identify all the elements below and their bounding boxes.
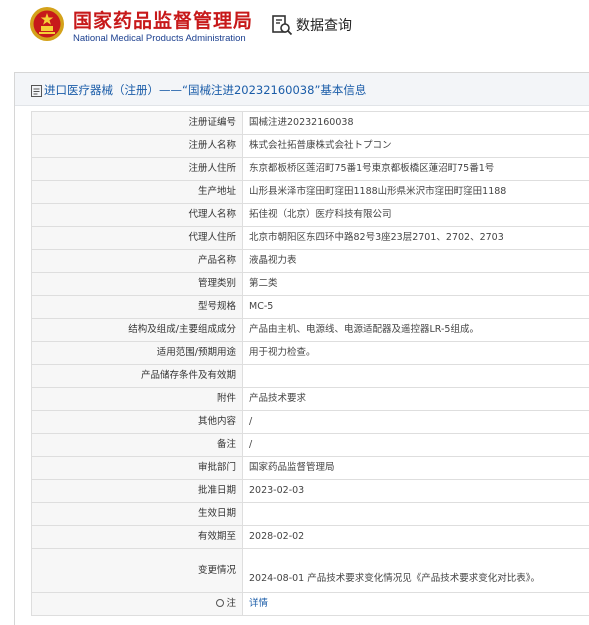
field-label: 变更情况 bbox=[32, 549, 243, 593]
field-value: 2024-08-01 产品技术要求变化情况见《产品技术要求变化对比表》。 bbox=[243, 549, 589, 593]
field-value: 国家药品监督管理局 bbox=[243, 457, 589, 480]
lightbulb-icon bbox=[216, 599, 224, 607]
table-row: 生产地址山形县米泽市窪田町窪田1188山形県米沢市窪田町窪田1188 bbox=[32, 181, 589, 204]
table-row: 管理类别第二类 bbox=[32, 273, 589, 296]
field-value: / bbox=[243, 434, 589, 457]
table-row: 注 详情 bbox=[32, 593, 589, 616]
field-label-note: 注 bbox=[32, 593, 243, 616]
document-icon bbox=[31, 85, 42, 97]
field-label: 生产地址 bbox=[32, 181, 243, 204]
table-row: 审批部门国家药品监督管理局 bbox=[32, 457, 589, 480]
details-link[interactable]: 详情 bbox=[249, 598, 268, 609]
info-table: 注册证编号国械注进20232160038 注册人名称株式会社拓普康株式会社トプコ… bbox=[31, 111, 589, 616]
table-row: 注册人住所东京都板桥区莲沼町75番1号東京都板橋区蓮沼町75番1号 bbox=[32, 158, 589, 181]
field-label: 注册人名称 bbox=[32, 135, 243, 158]
field-value: MC-5 bbox=[243, 296, 589, 319]
field-label: 附件 bbox=[32, 388, 243, 411]
field-label: 型号规格 bbox=[32, 296, 243, 319]
table-row: 型号规格MC-5 bbox=[32, 296, 589, 319]
detail-panel: 进口医疗器械（注册）——“国械注进20232160038”基本信息 注册证编号国… bbox=[14, 72, 589, 625]
field-value: 北京市朝阳区东四环中路82号3座23层2701、2702、2703 bbox=[243, 227, 589, 250]
site-header: 国家药品监督管理局 National Medical Products Admi… bbox=[0, 0, 589, 60]
field-label: 适用范围/预期用途 bbox=[32, 342, 243, 365]
field-label: 备注 bbox=[32, 434, 243, 457]
field-label: 生效日期 bbox=[32, 503, 243, 526]
field-value: 拓佳视（北京）医疗科技有限公司 bbox=[243, 204, 589, 227]
table-row: 产品名称液晶视力表 bbox=[32, 250, 589, 273]
table-row: 代理人名称拓佳视（北京）医疗科技有限公司 bbox=[32, 204, 589, 227]
field-value: 2028-02-02 bbox=[243, 526, 589, 549]
panel-header: 进口医疗器械（注册）——“国械注进20232160038”基本信息 bbox=[15, 73, 589, 106]
table-row: 变更情况2024-08-01 产品技术要求变化情况见《产品技术要求变化对比表》。 bbox=[32, 549, 589, 593]
table-row: 附件产品技术要求 bbox=[32, 388, 589, 411]
field-label: 代理人住所 bbox=[32, 227, 243, 250]
field-value bbox=[243, 503, 589, 526]
table-row: 代理人住所北京市朝阳区东四环中路82号3座23层2701、2702、2703 bbox=[32, 227, 589, 250]
field-label: 审批部门 bbox=[32, 457, 243, 480]
table-row: 生效日期 bbox=[32, 503, 589, 526]
field-value: 东京都板桥区莲沼町75番1号東京都板橋区蓮沼町75番1号 bbox=[243, 158, 589, 181]
table-row: 结构及组成/主要组成成分产品由主机、电源线、电源适配器及遥控器LR-5组成。 bbox=[32, 319, 589, 342]
field-value: 用于视力检查。 bbox=[243, 342, 589, 365]
field-label: 注册证编号 bbox=[32, 112, 243, 135]
field-value: 产品技术要求 bbox=[243, 388, 589, 411]
field-label: 注册人住所 bbox=[32, 158, 243, 181]
field-label: 批准日期 bbox=[32, 480, 243, 503]
field-label: 有效期至 bbox=[32, 526, 243, 549]
field-value: 液晶视力表 bbox=[243, 250, 589, 273]
table-row: 注册证编号国械注进20232160038 bbox=[32, 112, 589, 135]
field-label: 注 bbox=[226, 598, 236, 609]
table-row: 产品储存条件及有效期 bbox=[32, 365, 589, 388]
field-value-note: 详情 bbox=[243, 593, 589, 616]
field-value: 山形县米泽市窪田町窪田1188山形県米沢市窪田町窪田1188 bbox=[243, 181, 589, 204]
site-subtitle: National Medical Products Administration bbox=[73, 33, 246, 44]
field-value: 第二类 bbox=[243, 273, 589, 296]
field-label: 其他内容 bbox=[32, 411, 243, 434]
field-label: 产品储存条件及有效期 bbox=[32, 365, 243, 388]
table-row: 备注/ bbox=[32, 434, 589, 457]
table-row: 有效期至2028-02-02 bbox=[32, 526, 589, 549]
field-value bbox=[243, 365, 589, 388]
document-search-icon[interactable] bbox=[271, 14, 293, 36]
data-query-link[interactable]: 数据查询 bbox=[296, 15, 352, 35]
field-value: 产品由主机、电源线、电源适配器及遥控器LR-5组成。 bbox=[243, 319, 589, 342]
field-label: 代理人名称 bbox=[32, 204, 243, 227]
table-row: 批准日期2023-02-03 bbox=[32, 480, 589, 503]
field-value: / bbox=[243, 411, 589, 434]
national-emblem-icon bbox=[29, 6, 65, 42]
field-value: 株式会社拓普康株式会社トプコン bbox=[243, 135, 589, 158]
table-row: 其他内容/ bbox=[32, 411, 589, 434]
field-label: 结构及组成/主要组成成分 bbox=[32, 319, 243, 342]
field-value: 2023-02-03 bbox=[243, 480, 589, 503]
table-row: 注册人名称株式会社拓普康株式会社トプコン bbox=[32, 135, 589, 158]
panel-title: 进口医疗器械（注册）——“国械注进20232160038”基本信息 bbox=[44, 82, 366, 98]
field-value: 国械注进20232160038 bbox=[243, 112, 589, 135]
table-row: 适用范围/预期用途用于视力检查。 bbox=[32, 342, 589, 365]
site-title: 国家药品监督管理局 bbox=[73, 6, 253, 33]
field-label: 产品名称 bbox=[32, 250, 243, 273]
field-label: 管理类别 bbox=[32, 273, 243, 296]
